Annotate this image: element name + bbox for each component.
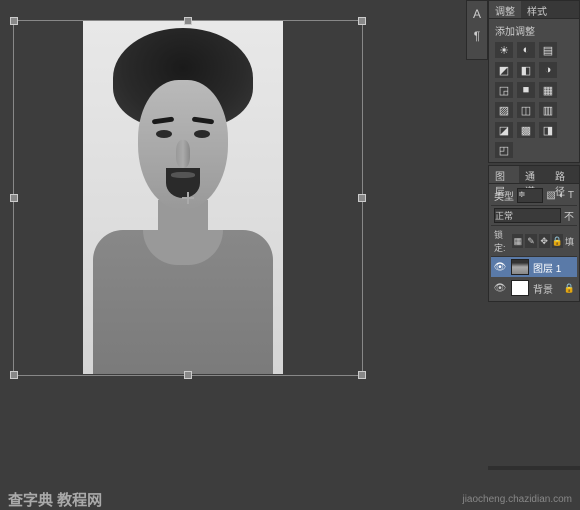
watermark-brand: 查字典 教程网 — [8, 489, 102, 510]
watermark-url: jiaocheng.chazidian.com — [462, 494, 572, 505]
add-adjustment-label: 添加调整 — [495, 23, 573, 38]
transform-handle-tr[interactable] — [358, 17, 366, 25]
adj-invert-icon[interactable]: ▥ — [539, 102, 557, 118]
kind-label: 类型 — [494, 188, 514, 203]
transform-handle-ml[interactable] — [10, 194, 18, 202]
right-panel-dock: A ¶ 调整 样式 添加调整 ☀ ◐ ▤ ◩ ◧ ◑ ◲ ■ ▦ ▨ ◫ ▥ ◪ — [488, 0, 580, 488]
layer-name[interactable]: 图层 1 — [533, 260, 561, 275]
blend-row: 正常 不 — [491, 206, 577, 226]
adj-photofilter-icon[interactable]: ▦ — [539, 82, 557, 98]
fill-label: 填 — [565, 235, 574, 248]
layer-thumbnail[interactable] — [511, 280, 529, 296]
adjustments-panel: 调整 样式 添加调整 ☀ ◐ ▤ ◩ ◧ ◑ ◲ ■ ▦ ▨ ◫ ▥ ◪ ▩ ◨… — [488, 0, 580, 163]
adj-exposure-icon[interactable]: ◩ — [495, 62, 513, 78]
adj-vibrance-icon[interactable]: ◧ — [517, 62, 535, 78]
tab-layers[interactable]: 图层 — [489, 166, 519, 183]
filter-type-icon[interactable]: T — [568, 190, 574, 201]
opacity-label: 不 — [564, 208, 574, 223]
transform-handle-tl[interactable] — [10, 17, 18, 25]
lock-transparency-icon[interactable]: ▦ — [512, 234, 523, 248]
adj-hue-icon[interactable]: ◑ — [539, 62, 557, 78]
tab-paths[interactable]: 路径 — [549, 166, 579, 183]
visibility-toggle-icon[interactable]: 👁 — [493, 262, 507, 273]
transform-center-icon[interactable] — [182, 192, 194, 204]
adj-levels-icon[interactable]: ◐ — [517, 42, 535, 58]
layer-name[interactable]: 背景 — [533, 281, 553, 296]
transform-handle-bl[interactable] — [10, 371, 18, 379]
transform-handle-bm[interactable] — [184, 371, 192, 379]
adj-curves-icon[interactable]: ▤ — [539, 42, 557, 58]
canvas-area[interactable] — [0, 0, 490, 488]
blend-mode-dropdown[interactable]: 正常 — [494, 208, 561, 223]
visibility-toggle-icon[interactable]: 👁 — [493, 283, 507, 294]
adj-brightness-icon[interactable]: ☀ — [495, 42, 513, 58]
adjustment-icons-grid: ☀ ◐ ▤ ◩ ◧ ◑ ◲ ■ ▦ ▨ ◫ ▥ ◪ ▩ ◨ ◰ — [495, 42, 573, 158]
transform-bounding-box[interactable] — [13, 20, 363, 376]
lock-position-icon[interactable]: ✥ — [539, 234, 550, 248]
adjustments-tabs: 调整 样式 — [489, 1, 579, 19]
adj-colorlookup-icon[interactable]: ◫ — [517, 102, 535, 118]
layer-row-1[interactable]: 👁 图层 1 — [491, 257, 577, 277]
adj-selectivecolor-icon[interactable]: ◰ — [495, 142, 513, 158]
adj-threshold-icon[interactable]: ▩ — [517, 122, 535, 138]
panel-scrollbar[interactable] — [488, 466, 580, 470]
layer-thumbnail[interactable] — [511, 259, 529, 275]
transform-handle-mr[interactable] — [358, 194, 366, 202]
layer-filter-dropdown[interactable]: ≑ — [517, 188, 543, 203]
lock-label: 锁定: — [494, 228, 510, 254]
tab-styles[interactable]: 样式 — [521, 1, 553, 18]
filter-pixel-icon[interactable]: ▧ — [546, 190, 555, 201]
lock-row: 锁定: ▦ ✎ ✥ 🔒 填 — [491, 226, 577, 257]
adj-colorbalance-icon[interactable]: ◲ — [495, 82, 513, 98]
paragraph-icon[interactable]: ¶ — [474, 29, 480, 43]
adj-bw-icon[interactable]: ■ — [517, 82, 535, 98]
adj-channelmixer-icon[interactable]: ▨ — [495, 102, 513, 118]
layers-panel: 图层 通道 路径 类型 ≑ ▧ ◐ T 正常 不 锁定: ▦ ✎ ✥ 🔒 填 — [488, 165, 580, 302]
tab-channels[interactable]: 通道 — [519, 166, 549, 183]
adj-posterize-icon[interactable]: ◪ — [495, 122, 513, 138]
filter-adj-icon[interactable]: ◐ — [559, 190, 565, 201]
lock-all-icon[interactable]: 🔒 — [552, 234, 563, 248]
collapsed-panel-strip[interactable]: A ¶ — [466, 0, 488, 60]
layers-tabs: 图层 通道 路径 — [489, 166, 579, 184]
tab-adjustments[interactable]: 调整 — [489, 1, 521, 18]
transform-handle-tm[interactable] — [184, 17, 192, 25]
character-icon[interactable]: A — [473, 7, 481, 21]
watermark-bar: 查字典 教程网 jiaocheng.chazidian.com — [0, 488, 580, 510]
adj-gradientmap-icon[interactable]: ◨ — [539, 122, 557, 138]
lock-pixels-icon[interactable]: ✎ — [525, 234, 536, 248]
transform-handle-br[interactable] — [358, 371, 366, 379]
layer-row-background[interactable]: 👁 背景 🔒 — [491, 278, 577, 298]
lock-icon: 🔒 — [564, 283, 575, 294]
